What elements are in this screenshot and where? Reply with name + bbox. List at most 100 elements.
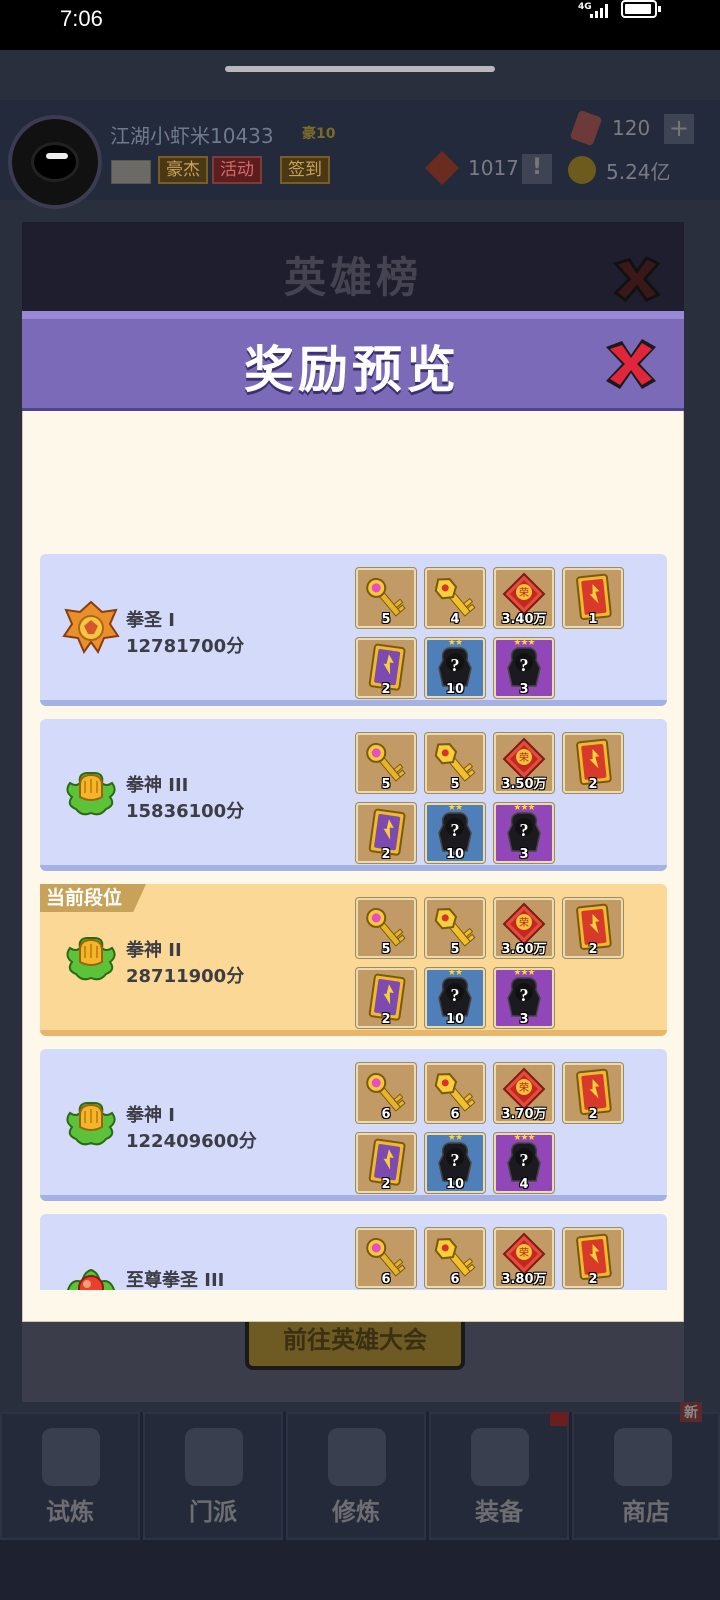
tier-row: 拳神 III 15836100分 5 5 荣 3.50万 2 2? ★★ 10 ? ★★★ 3 (40, 719, 667, 871)
reward-quantity: 5 (450, 777, 460, 792)
reward-quantity: 2 (381, 682, 391, 697)
tier-row: 拳神 I 122409600分 6 6 荣 3.70万 2 2? ★★ 10? ★★★ 4 (40, 1049, 667, 1201)
reward-item[interactable]: 2 (563, 898, 623, 958)
gold-dragon-badge-icon (62, 598, 120, 656)
svg-text:?: ? (520, 1150, 529, 1170)
reward-item[interactable]: 2 (563, 1228, 623, 1288)
reward-item[interactable]: 荣 3.50万 (494, 733, 554, 793)
reward-item[interactable]: 5 (356, 568, 416, 628)
reward-item[interactable]: 荣 3.70万 (494, 1063, 554, 1123)
reward-item[interactable]: 6 (356, 1228, 416, 1288)
reward-item[interactable]: 2 (563, 733, 623, 793)
svg-text:?: ? (451, 985, 460, 1005)
reward-item[interactable]: 2 (563, 1063, 623, 1123)
reward-item[interactable]: ? ★★★ 4 (494, 1133, 554, 1193)
reward-item[interactable]: ? ★★ 10 (425, 1133, 485, 1193)
reward-item[interactable]: 6 (356, 1063, 416, 1123)
reward-item[interactable]: 5 (356, 898, 416, 958)
current-tier-row: 当前段位 拳神 II 28711900分 5 5 荣 3.60万 2 2? ★★ 10? ★★★ 3 (40, 884, 667, 1036)
reward-quantity: 2 (381, 1177, 391, 1192)
svg-text:?: ? (451, 820, 460, 840)
hero-ranking-title: 英雄榜 (283, 253, 422, 302)
star-rating: ★★ (447, 1133, 463, 1143)
mail-icon[interactable] (111, 160, 151, 184)
reward-item[interactable]: 6 (425, 1228, 485, 1288)
reward-item[interactable]: 2 (356, 638, 416, 698)
tier-score: 28711900分 (126, 966, 245, 987)
reward-list[interactable]: 2? ★★ 10? ★★★ 3 拳圣 I 12781700分 5 4 荣 3.40万 1 2? ★★ 10?… (40, 444, 668, 1290)
reward-quantity: 6 (381, 1107, 391, 1122)
green-fist-badge-icon (62, 763, 120, 821)
reward-item[interactable]: ? ★★ 10 (425, 638, 485, 698)
reward-quantity: 1 (588, 612, 598, 627)
reward-item[interactable]: 5 (356, 733, 416, 793)
green-fist-badge-icon (62, 1093, 120, 1151)
book-icon (328, 1428, 386, 1486)
nav-sect[interactable]: 门派 (143, 1412, 283, 1540)
reward-item[interactable]: ? ★★★ 3 (494, 638, 554, 698)
gem-count: 120 (612, 116, 651, 140)
reward-item[interactable]: ? ★★ 10 (425, 968, 485, 1028)
green-fist-badge-icon (62, 928, 120, 986)
reward-quantity: 3.40万 (501, 612, 547, 627)
tier-name: 拳神 III (126, 775, 189, 796)
drag-handle[interactable] (225, 66, 495, 72)
nav-cultivate[interactable]: 修炼 (286, 1412, 426, 1540)
reward-item[interactable]: 2 (356, 968, 416, 1028)
player-avatar[interactable] (8, 115, 102, 209)
player-name: 江湖小虾米10433 (110, 124, 274, 148)
info-button[interactable]: ! (522, 154, 552, 184)
reward-item[interactable]: 6 (425, 1063, 485, 1123)
tier-score: 15836100分 (126, 801, 245, 822)
reward-item[interactable]: 5 (425, 898, 485, 958)
reward-quantity: 2 (588, 777, 598, 792)
reward-quantity: 10 (445, 1177, 465, 1192)
reward-item[interactable]: 4 (425, 568, 485, 628)
nav-shop[interactable]: 商店 (572, 1412, 720, 1540)
reward-item[interactable]: 2 (356, 1133, 416, 1193)
reward-quantity: 6 (450, 1272, 460, 1287)
svg-text:荣: 荣 (519, 752, 529, 764)
reward-item[interactable]: 荣 3.80万 (494, 1228, 554, 1288)
tier-name: 拳神 I (126, 1105, 175, 1126)
hero-close-icon[interactable] (608, 250, 666, 308)
tier-name: 至尊拳圣 III (126, 1270, 225, 1290)
reward-quantity: 6 (381, 1272, 391, 1287)
nav-trial[interactable]: 试炼 (0, 1412, 140, 1540)
add-gems-button[interactable]: + (664, 114, 694, 144)
nav-label: 修炼 (332, 1498, 380, 1526)
reward-quantity: 3.70万 (501, 1107, 547, 1122)
reward-quantity: 3 (519, 682, 529, 697)
reward-item[interactable]: ? ★★★ 3 (494, 968, 554, 1028)
heroes-button[interactable]: 豪杰 (158, 156, 208, 184)
modal-title: 奖励预览 (244, 341, 460, 399)
ninja-icon (42, 1428, 100, 1486)
reward-item[interactable]: 5 (425, 733, 485, 793)
tier-name: 拳圣 I (126, 610, 175, 631)
reward-item[interactable]: ? ★★★ 3 (494, 803, 554, 863)
reward-quantity: 5 (450, 942, 460, 957)
nav-label: 商店 (622, 1498, 670, 1526)
nav-label: 门派 (189, 1498, 237, 1526)
reward-item[interactable]: 荣 3.40万 (494, 568, 554, 628)
close-icon[interactable] (600, 333, 662, 395)
red-orb-badge-icon (62, 1258, 120, 1290)
reward-quantity: 3.80万 (501, 1272, 547, 1287)
reward-item[interactable]: 2 (356, 803, 416, 863)
reward-item[interactable]: 荣 3.60万 (494, 898, 554, 958)
star-rating: ★★ (447, 638, 463, 648)
coin-count: 5.24亿 (606, 160, 671, 184)
reward-quantity: 2 (588, 1107, 598, 1122)
tier-name: 拳神 II (126, 940, 182, 961)
nav-equipment[interactable]: 装备 (429, 1412, 569, 1540)
reward-quantity: 10 (445, 682, 465, 697)
reward-quantity: 10 (445, 847, 465, 862)
star-rating: ★★★ (513, 638, 535, 648)
checkin-button[interactable]: 签到 (280, 156, 330, 184)
reward-quantity: 4 (519, 1177, 529, 1192)
reward-item[interactable]: 1 (563, 568, 623, 628)
events-button[interactable]: 活动 (212, 156, 262, 184)
vip-badge: 豪10 (302, 126, 336, 142)
reward-item[interactable]: ? ★★ 10 (425, 803, 485, 863)
star-rating: ★★ (447, 803, 463, 813)
